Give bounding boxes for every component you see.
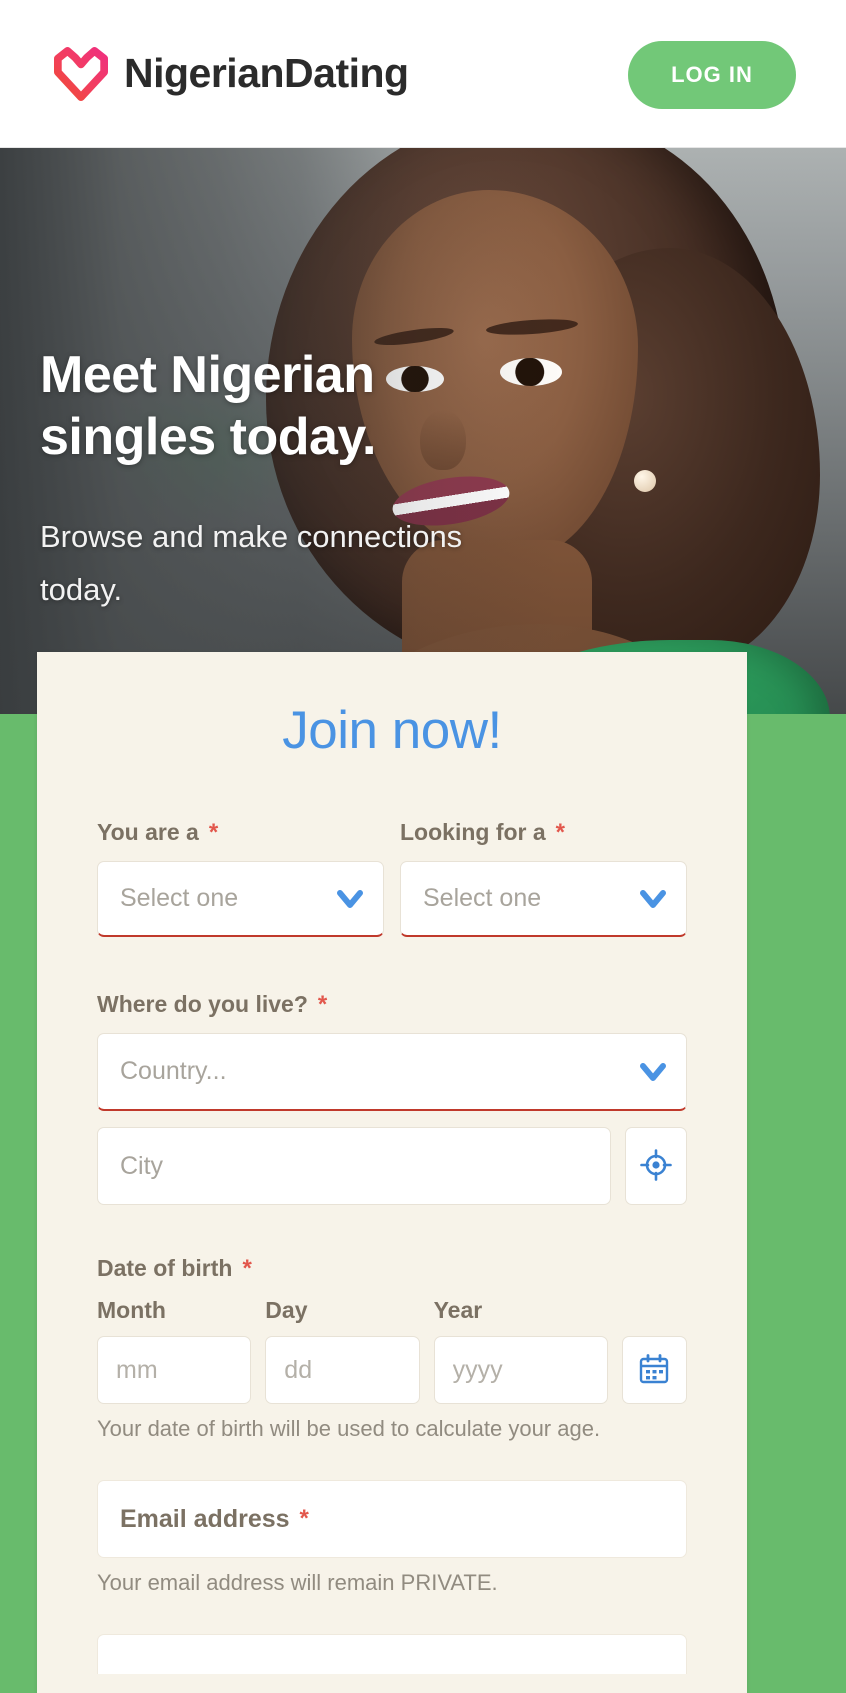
crosshair-location-icon xyxy=(640,1148,672,1184)
year-group: Year xyxy=(433,1297,608,1404)
required-asterisk: * xyxy=(317,991,328,1018)
email-group: Email address * Your email address will … xyxy=(37,1480,747,1674)
city-input[interactable] xyxy=(97,1127,611,1205)
brand-name: NigerianDating xyxy=(124,50,409,96)
date-of-birth-inputs: Month Day Year xyxy=(97,1297,687,1404)
you-are-a-group: You are a * Select one xyxy=(97,819,384,937)
next-field-partial[interactable] xyxy=(97,1634,687,1674)
email-label: Email address xyxy=(120,1504,290,1533)
date-of-birth-hint: Your date of birth will be used to calcu… xyxy=(97,1416,601,1441)
you-are-a-select-value: Select one xyxy=(120,884,239,912)
calendar-picker-button[interactable] xyxy=(621,1336,687,1404)
month-group: Month xyxy=(97,1297,252,1404)
you-are-a-select[interactable]: Select one xyxy=(97,861,384,937)
city-row xyxy=(97,1127,687,1205)
year-label: Year xyxy=(433,1297,483,1323)
day-label: Day xyxy=(265,1297,308,1323)
where-do-you-live-label-wrap: Where do you live? * xyxy=(97,991,687,1019)
hero-subtitle: Browse and make connections today. xyxy=(40,519,463,607)
required-asterisk: * xyxy=(299,1505,309,1532)
required-asterisk: * xyxy=(208,819,219,846)
month-input[interactable] xyxy=(97,1336,252,1404)
required-asterisk: * xyxy=(555,819,566,846)
hero-text-block: Meet Nigerian singles today. Browse and … xyxy=(40,344,520,616)
where-do-you-live-label: Where do you live? xyxy=(97,991,308,1017)
geolocate-button[interactable] xyxy=(625,1127,687,1205)
looking-for-a-label-wrap: Looking for a * xyxy=(400,819,687,847)
hero-banner: Meet Nigerian singles today. Browse and … xyxy=(0,148,846,714)
landing-page: NigerianDating LOG IN Meet Nigerian sing… xyxy=(0,0,846,1693)
brand-logo[interactable]: NigerianDating xyxy=(52,46,409,101)
day-input[interactable] xyxy=(265,1336,420,1404)
signup-form-card: Join now! You are a * Select one Looking… xyxy=(37,652,747,1693)
gender-preference-row: You are a * Select one Looking for a * S… xyxy=(37,819,747,937)
day-group: Day xyxy=(265,1297,420,1404)
login-button[interactable]: LOG IN xyxy=(628,41,796,109)
form-title: Join now! xyxy=(282,701,502,760)
you-are-a-label: You are a xyxy=(97,819,199,845)
location-group: Where do you live? * Country... xyxy=(37,991,747,1205)
date-of-birth-group: Date of birth * Month Day Year xyxy=(37,1255,747,1442)
month-label: Month xyxy=(97,1297,166,1323)
you-are-a-label-wrap: You are a * xyxy=(97,819,384,847)
calendar-icon xyxy=(638,1353,670,1388)
site-header: NigerianDating LOG IN xyxy=(0,0,846,148)
looking-for-a-label: Looking for a xyxy=(400,819,546,845)
hero-title: Meet Nigerian singles today. xyxy=(40,346,376,466)
required-asterisk: * xyxy=(242,1255,252,1282)
date-of-birth-label-wrap: Date of birth * xyxy=(97,1255,687,1283)
looking-for-a-group: Looking for a * Select one xyxy=(400,819,687,937)
heart-outline-icon xyxy=(52,46,110,101)
email-hint: Your email address will remain PRIVATE. xyxy=(97,1570,498,1595)
chevron-down-icon xyxy=(335,884,365,914)
looking-for-a-select-value: Select one xyxy=(423,884,542,912)
email-field[interactable]: Email address * xyxy=(97,1480,687,1558)
chevron-down-icon xyxy=(638,1057,668,1087)
year-input[interactable] xyxy=(433,1336,608,1404)
looking-for-a-select[interactable]: Select one xyxy=(400,861,687,937)
country-select[interactable]: Country... xyxy=(97,1033,687,1111)
chevron-down-icon xyxy=(638,884,668,914)
country-select-placeholder: Country... xyxy=(120,1057,227,1085)
date-of-birth-label: Date of birth xyxy=(97,1255,233,1281)
